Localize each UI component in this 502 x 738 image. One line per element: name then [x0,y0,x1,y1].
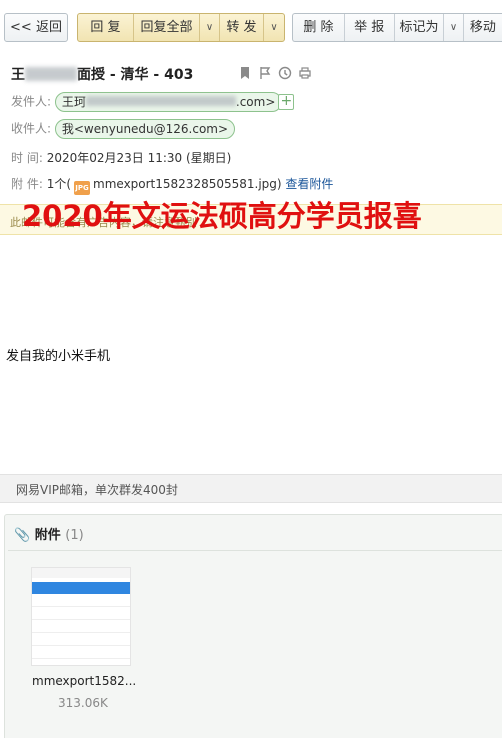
from-row: 发件人: 王珂 .com> + [11,92,295,112]
back-button[interactable]: << 返回 [5,14,67,41]
subject-suffix: 面授 - 清华 - 403 [77,67,194,83]
attachment-thumbnail[interactable] [31,567,131,666]
overlay-banner: 2020年文运法硕高分学员报喜 [22,199,422,233]
mark-dropdown-chevron-icon[interactable]: ∨ [444,14,464,41]
paperclip-icon: 📎 [14,528,31,543]
email-subject: 王 面授 - 清华 - 403 [11,64,193,84]
from-domain: .com> [235,95,276,109]
to-row: 收件人: 我<wenyunedu@126.com> [11,119,236,139]
thumbnail-row [32,594,130,607]
flag-icon[interactable] [258,66,272,80]
move-button[interactable]: 移动 [464,14,502,41]
clock-icon[interactable] [278,66,292,80]
print-icon[interactable] [298,66,312,80]
paren-open: ( [66,177,72,191]
bookmark-icon[interactable] [238,66,252,80]
redacted-text [25,67,77,81]
from-address-pill[interactable]: 王珂 .com> [54,92,283,112]
attachment-name[interactable]: mmexport1582... [32,674,136,688]
time-label: 时 间: [11,151,43,165]
email-body-text: 发自我的小米手机 [6,349,111,364]
vip-text[interactable]: 网易VIP邮箱，单次群发400封 [16,481,178,498]
from-name: 王珂 [61,95,86,109]
subject-actions [238,66,312,80]
thumbnail-row [32,607,130,620]
action-group: 删 除 举 报 标记为 ∨ 移动 [292,13,502,42]
thumbnail-row [32,620,130,633]
paren-close: ) [276,177,282,191]
delete-button[interactable]: 删 除 [293,14,345,41]
reply-button[interactable]: 回 复 [78,14,134,41]
report-button[interactable]: 举 报 [345,14,395,41]
to-address-pill[interactable]: 我<wenyunedu@126.com> [54,119,236,139]
thumbnail-banner [32,582,130,594]
subject-prefix: 王 [11,67,25,83]
add-contact-plus-icon[interactable]: + [278,94,295,110]
view-attachment-link[interactable]: 查看附件 [285,177,333,191]
divider [8,550,502,551]
attachments-title: 📎 附件 (1) [14,524,84,543]
attachment-size: 313.06K [58,696,108,710]
forward-dropdown-chevron-icon[interactable]: ∨ [264,14,284,41]
reply-all-button[interactable]: 回复全部 [134,14,200,41]
forward-button[interactable]: 转 发 [220,14,264,41]
reply-dropdown-chevron-icon[interactable]: ∨ [200,14,220,41]
thumbnail-row [32,646,130,659]
attach-label: 附 件: [11,177,43,191]
redacted-text [85,96,236,106]
time-row: 时 间: 2020年02月23日 11:30 (星期日) [11,149,231,166]
mail-toolbar: << 返回 回 复 回复全部 ∨ 转 发 ∨ 删 除 举 报 标记为 ∨ 移动 [0,0,502,44]
attach-filename[interactable]: mmexport1582328505581.jpg [93,177,277,191]
from-label: 发件人: [11,94,52,109]
thumbnail-row [32,633,130,646]
mark-as-button[interactable]: 标记为 [395,14,445,41]
attachments-title-label: 附件 [34,528,61,543]
back-group: << 返回 [4,13,68,42]
attachments-count: (1) [65,528,84,543]
attachment-row: 附 件: 1个(JPG mmexport1582328505581.jpg) 查看… [11,175,333,195]
thumbnail-header [32,568,130,578]
reply-group: 回 复 回复全部 ∨ 转 发 ∨ [77,13,285,42]
to-label: 收件人: [11,121,52,136]
time-value: 2020年02月23日 11:30 (星期日) [46,151,232,165]
attach-count: 1个 [46,177,67,191]
